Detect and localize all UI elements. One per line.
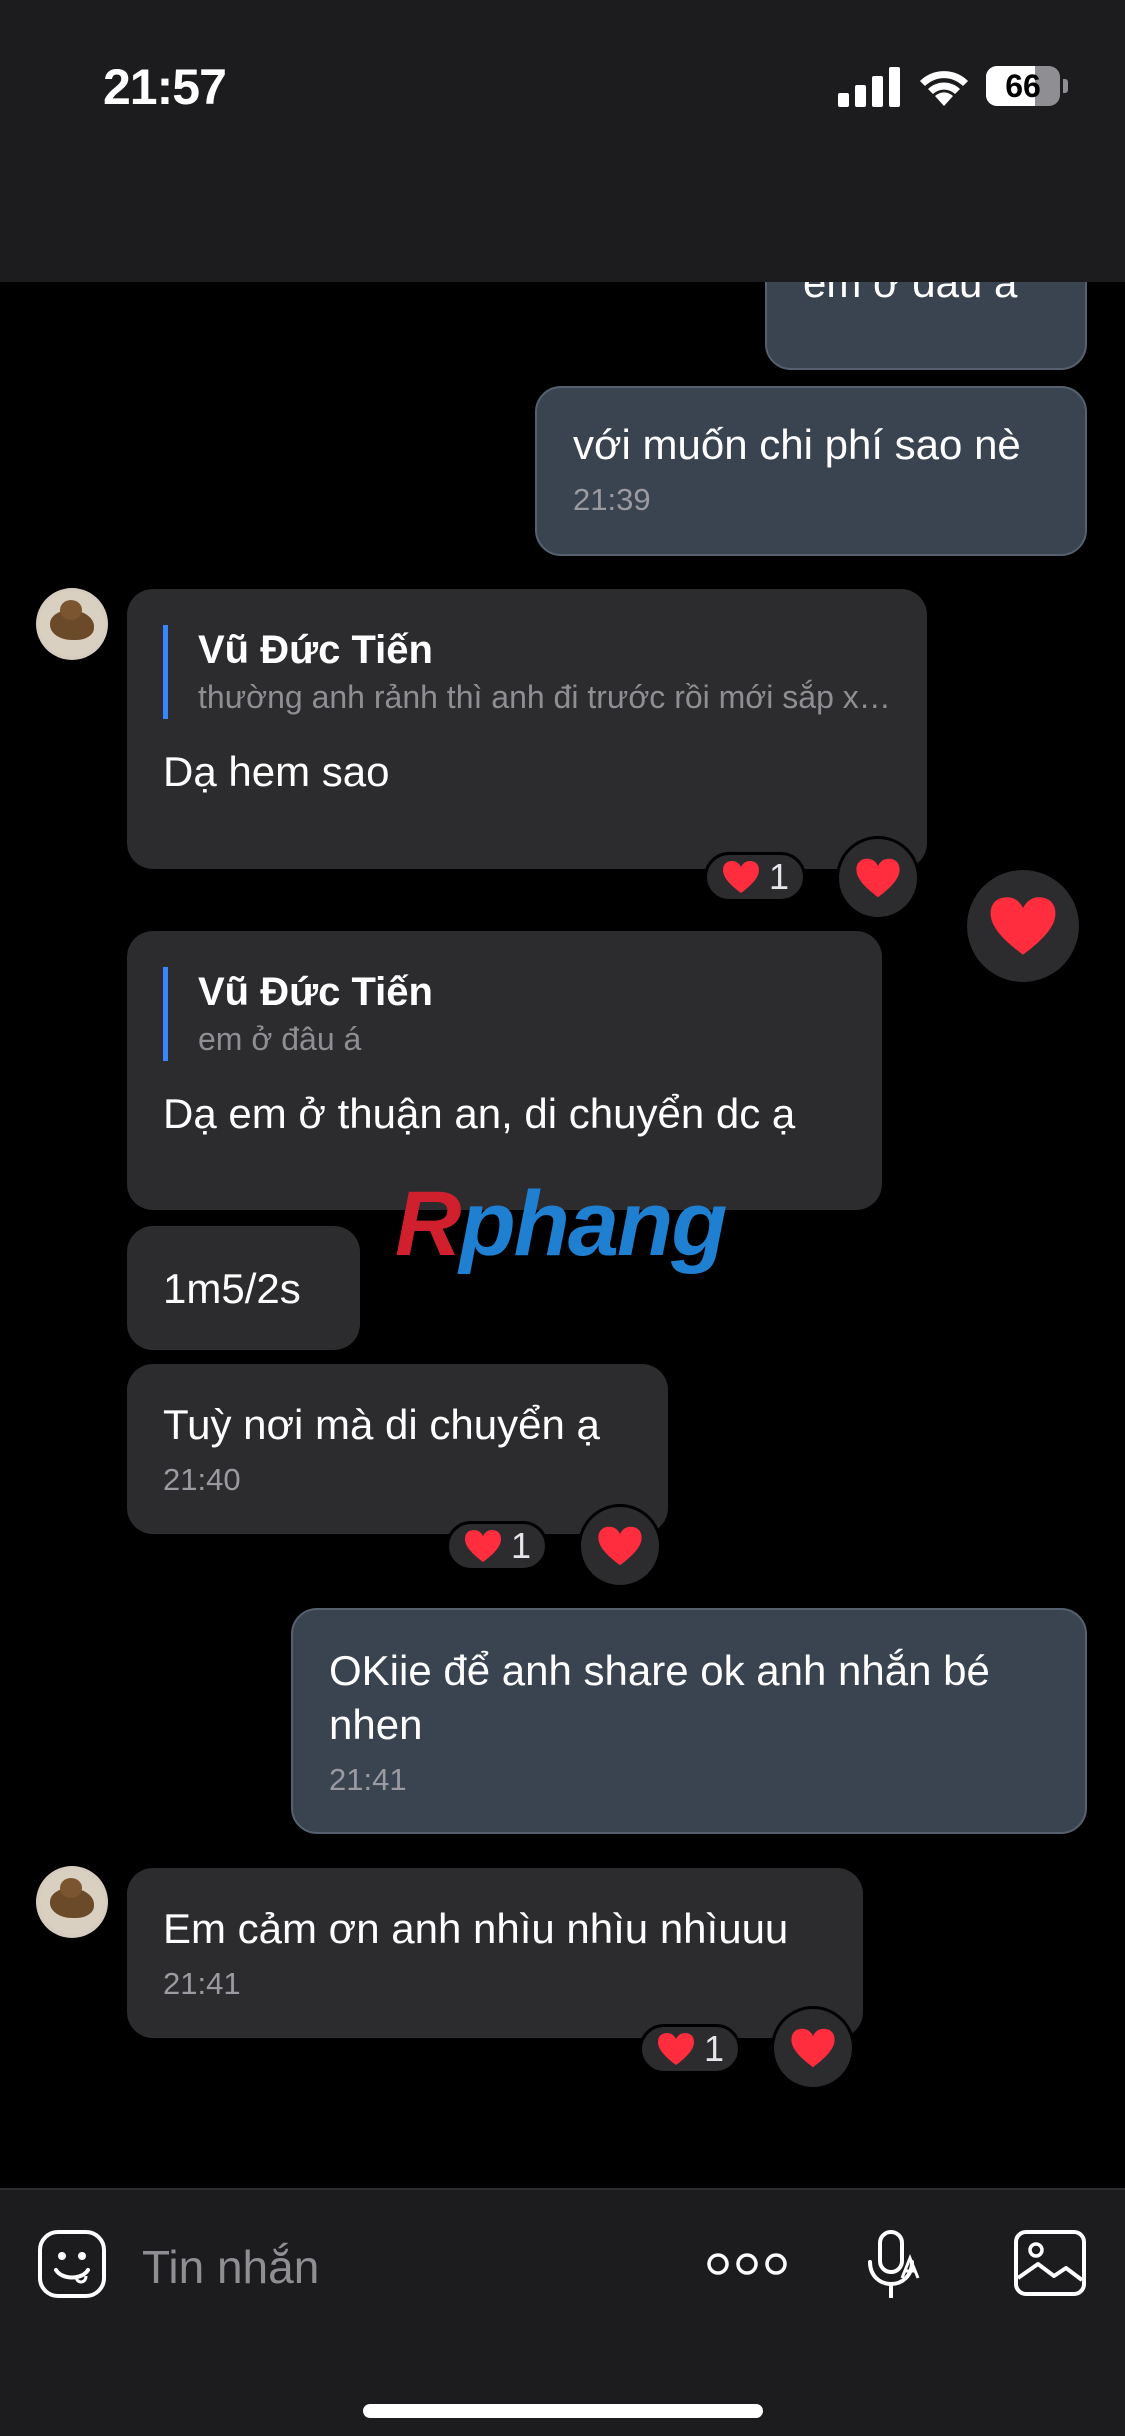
more-dots-icon[interactable]: [706, 2244, 788, 2284]
cellular-signal-icon: [838, 67, 900, 107]
message-outgoing[interactable]: em ở đâu á: [765, 190, 1087, 370]
reaction-count: 1: [769, 856, 790, 897]
image-icon[interactable]: [1012, 2228, 1088, 2298]
quoted-message[interactable]: Vũ Đức Tiến thường anh rảnh thì anh đi t…: [163, 625, 891, 719]
quoted-message[interactable]: Vũ Đức Tiến em ở đâu á: [163, 967, 846, 1061]
quote-author: Vũ Đức Tiến: [198, 970, 433, 1014]
message-incoming[interactable]: Tuỳ nơi mà di chuyển ạ 21:40: [127, 1364, 668, 1534]
message-text: Em cảm ơn anh nhìu nhìu nhìuuu: [163, 1905, 789, 1952]
message-incoming-reply[interactable]: Vũ Đức Tiến em ở đâu á Dạ em ở thuận an,…: [127, 931, 882, 1210]
message-outgoing[interactable]: OKiie để anh share ok anh nhắn bé nhen 2…: [291, 1608, 1087, 1834]
smiley-face-icon[interactable]: [36, 2228, 108, 2300]
reaction-summary[interactable]: 1: [704, 852, 807, 902]
chevron-left-icon[interactable]: [62, 186, 112, 250]
message-time: 21:41: [163, 1966, 241, 2001]
message-time: 21:40: [163, 1462, 241, 1497]
message-outgoing[interactable]: với muốn chi phí sao nè 21:39: [535, 386, 1087, 556]
reaction-count: 1: [511, 1525, 532, 1566]
message-text: Dạ hem sao: [163, 748, 390, 795]
message-time: 21:41: [329, 1762, 407, 1797]
heart-react-button[interactable]: [578, 1504, 662, 1588]
message-incoming[interactable]: 1m5/2s: [127, 1226, 360, 1350]
message-text: OKiie để anh share ok anh nhắn bé nhen: [329, 1647, 990, 1748]
message-time: 21:39: [573, 482, 651, 517]
message-text: với muốn chi phí sao nè: [573, 421, 1021, 468]
heart-icon: [856, 858, 900, 898]
battery-percent: 66: [1005, 68, 1041, 104]
heart-icon: [598, 1526, 642, 1566]
heart-icon: [791, 2028, 835, 2068]
message-text: Dạ em ở thuận an, di chuyển dc ạ: [163, 1090, 796, 1137]
message-incoming[interactable]: Em cảm ơn anh nhìu nhìu nhìuuu 21:41: [127, 1868, 863, 2038]
heart-react-button[interactable]: [771, 2006, 855, 2090]
battery-icon: 66: [986, 66, 1068, 106]
message-composer: Tin nhắn: [0, 2188, 1125, 2436]
reaction-summary[interactable]: 1: [639, 2024, 742, 2074]
message-text: 1m5/2s: [163, 1265, 301, 1312]
heart-icon: [465, 1530, 501, 1562]
microphone-translate-icon[interactable]: [864, 2228, 924, 2304]
conversation-title[interactable]: Hq: [163, 188, 232, 248]
wifi-icon: [920, 71, 968, 106]
avatar[interactable]: [36, 588, 108, 660]
status-time: 21:57: [103, 59, 227, 115]
heart-quick-react-button[interactable]: [967, 870, 1079, 982]
home-indicator[interactable]: [363, 2404, 763, 2418]
status-bar: 21:57 66: [0, 0, 1125, 160]
reaction-count: 1: [704, 2028, 725, 2069]
avatar[interactable]: [36, 1866, 108, 1938]
heart-react-button[interactable]: [836, 836, 920, 920]
heart-icon: [658, 2033, 694, 2065]
watermark-logo: Rphang: [395, 1173, 727, 1275]
message-text: em ở đâu á: [803, 259, 1018, 306]
heart-icon: [723, 861, 759, 893]
reaction-summary[interactable]: 1: [446, 1521, 549, 1571]
message-incoming-reply[interactable]: Vũ Đức Tiến thường anh rảnh thì anh đi t…: [127, 589, 927, 869]
heart-icon: [990, 897, 1056, 955]
message-text: Tuỳ nơi mà di chuyển ạ: [163, 1401, 600, 1448]
message-input[interactable]: Tin nhắn: [142, 2240, 319, 2294]
quote-text: thường anh rảnh thì anh đi trước rồi mới…: [198, 679, 891, 715]
quote-text: em ở đâu á: [198, 1021, 362, 1057]
quote-author: Vũ Đức Tiến: [198, 628, 433, 672]
